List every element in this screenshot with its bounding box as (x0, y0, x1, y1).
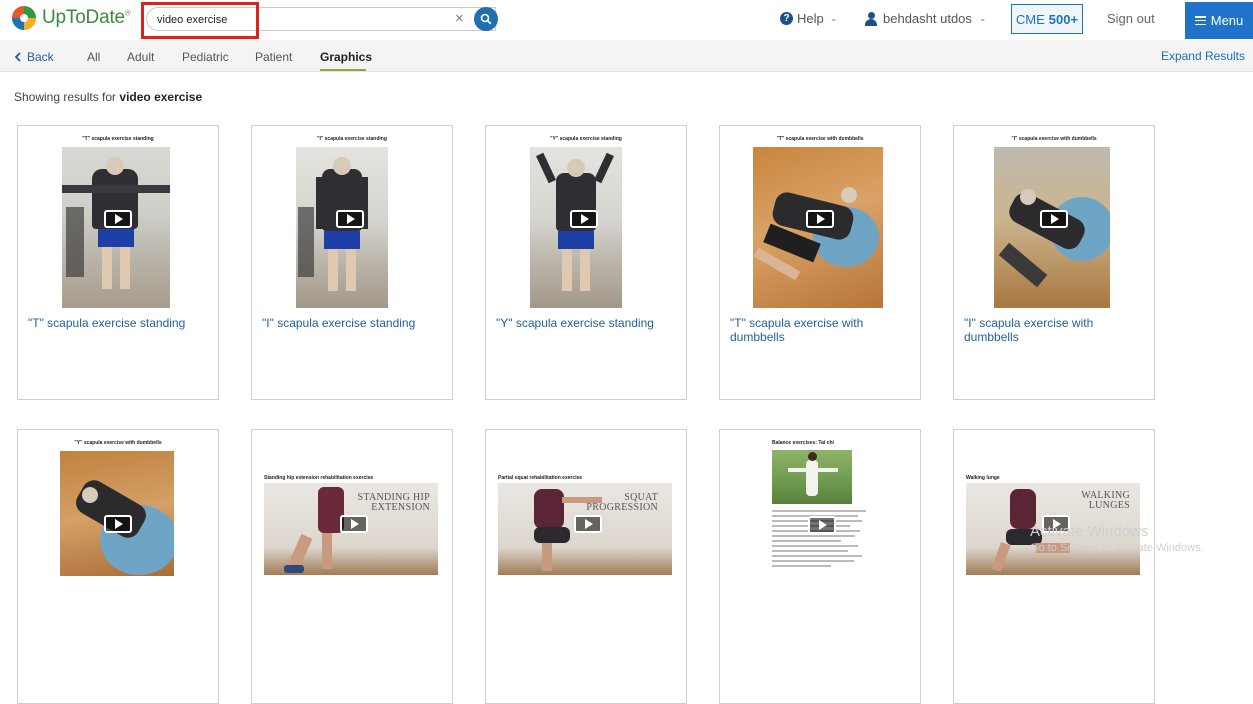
graphic-card[interactable]: Balance exercises: Tai chi (719, 429, 921, 704)
thumbnail-overlay-text: SQUAT PROGRESSION (586, 492, 658, 513)
card-mini-title: Partial squat rehabilitation exercise (498, 475, 583, 481)
video-thumbnail[interactable] (62, 147, 170, 308)
help-label: Help (797, 11, 824, 26)
cme-value: 500+ (1048, 11, 1079, 27)
help-icon: ? (780, 12, 793, 25)
card-mini-title: "Y" scapula exercise standing (550, 136, 622, 142)
activation-watermark: Activate Windows (1030, 523, 1149, 540)
tab-graphics[interactable]: Graphics (320, 50, 372, 64)
card-mini-title: "T" scapula exercise with dumbbells (776, 136, 864, 142)
menu-button[interactable]: Menu (1185, 2, 1253, 39)
card-mini-title: "Y" scapula exercise with dumbbells (74, 440, 162, 446)
card-mini-title: "T" scapula exercise standing (82, 136, 154, 142)
logo-mark-icon (12, 6, 36, 30)
video-thumbnail[interactable]: STANDING HIP EXTENSION (264, 483, 438, 575)
graphic-card[interactable]: "T" scapula exercise standing "T" scapul… (17, 125, 219, 400)
hamburger-icon (1194, 16, 1206, 25)
graphic-card[interactable]: "I" scapula exercise standing "I" scapul… (251, 125, 453, 400)
video-thumbnail[interactable] (772, 450, 852, 504)
play-icon (1040, 210, 1068, 228)
play-icon (806, 210, 834, 228)
sign-out-link[interactable]: Sign out (1107, 11, 1155, 26)
chevron-down-icon: ⌄ (978, 13, 987, 23)
video-thumbnail[interactable] (296, 147, 388, 308)
graphic-card[interactable]: "T" scapula exercise with dumbbells "T" … (719, 125, 921, 400)
thumbnail-overlay-text: STANDING HIP EXTENSION (357, 492, 430, 513)
chevron-down-icon: ⌄ (829, 13, 838, 23)
play-icon (336, 210, 364, 228)
play-icon (570, 210, 598, 228)
tab-patient[interactable]: Patient (255, 50, 292, 64)
card-title[interactable]: "I" scapula exercise with dumbbells (964, 316, 1144, 344)
back-button[interactable]: Back (14, 50, 54, 64)
search-icon (480, 13, 492, 25)
help-menu[interactable]: ? Help ⌄ (780, 11, 837, 26)
cme-prefix: CME (1015, 11, 1045, 27)
card-title[interactable]: "T" scapula exercise standing (28, 316, 208, 330)
user-menu[interactable]: behdasht utdos ⌄ (864, 11, 986, 26)
uptodate-logo[interactable]: UpToDate® (12, 6, 131, 30)
card-title[interactable]: "I" scapula exercise standing (262, 316, 442, 330)
tab-pediatric[interactable]: Pediatric (182, 50, 229, 64)
results-query: video exercise (119, 90, 203, 104)
thumbnail-overlay-text: WALKING LUNGES (1081, 490, 1130, 511)
video-thumbnail[interactable]: SQUAT PROGRESSION (498, 483, 672, 575)
graphic-card[interactable]: Partial squat rehabilitation exercise SQ… (485, 429, 687, 704)
graphic-card[interactable]: "Y" scapula exercise with dumbbells (17, 429, 219, 704)
graphic-card[interactable]: "Y" scapula exercise standing "Y" scapul… (485, 125, 687, 400)
play-icon[interactable] (808, 516, 836, 534)
user-icon (864, 11, 878, 26)
graphic-card[interactable]: Walking lunge WALKING LUNGES (953, 429, 1155, 704)
video-thumbnail[interactable] (530, 147, 622, 308)
card-title[interactable]: "Y" scapula exercise standing (496, 316, 676, 330)
search-button[interactable] (474, 7, 498, 31)
menu-label: Menu (1210, 13, 1244, 28)
active-tab-indicator (320, 69, 366, 71)
graphic-card[interactable]: "I" scapula exercise with dumbbells "I" … (953, 125, 1155, 400)
card-mini-title: Balance exercises: Tai chi (772, 440, 834, 446)
results-summary: Showing results for video exercise (14, 90, 203, 104)
clear-search-icon[interactable]: × (455, 10, 464, 27)
search-highlight-annotation (141, 2, 259, 39)
results-subnav: Back All Adult Pediatric Patient Graphic… (0, 40, 1253, 72)
tab-adult[interactable]: Adult (127, 50, 154, 64)
card-mini-title: "I" scapula exercise standing (317, 136, 387, 142)
card-mini-title: Standing hip extension rehabilitation ex… (264, 475, 374, 481)
play-icon (104, 210, 132, 228)
card-mini-title: "I" scapula exercise with dumbbells (1011, 136, 1097, 142)
card-mini-title: Walking lunge (966, 475, 1000, 481)
graphic-card[interactable]: Standing hip extension rehabilitation ex… (251, 429, 453, 704)
logo-text: UpToDate® (42, 7, 131, 28)
play-icon (574, 515, 602, 533)
card-title[interactable]: "T" scapula exercise with dumbbells (730, 316, 910, 344)
back-label: Back (27, 50, 54, 64)
user-name: behdasht utdos (883, 11, 972, 26)
chevron-left-icon (14, 52, 21, 62)
activation-watermark-sub: Go to Settings to activate Windows. (1030, 542, 1204, 554)
cme-button[interactable]: CME 500+ (1011, 4, 1083, 34)
video-thumbnail[interactable] (753, 147, 883, 308)
play-icon (104, 515, 132, 533)
video-thumbnail[interactable] (994, 147, 1110, 308)
video-thumbnail[interactable] (60, 451, 174, 576)
play-icon (340, 515, 368, 533)
top-header: UpToDate® × ? Help ⌄ behdasht utdos ⌄ CM… (0, 0, 1253, 40)
tab-all[interactable]: All (87, 50, 100, 64)
expand-results-link[interactable]: Expand Results (1161, 49, 1245, 63)
